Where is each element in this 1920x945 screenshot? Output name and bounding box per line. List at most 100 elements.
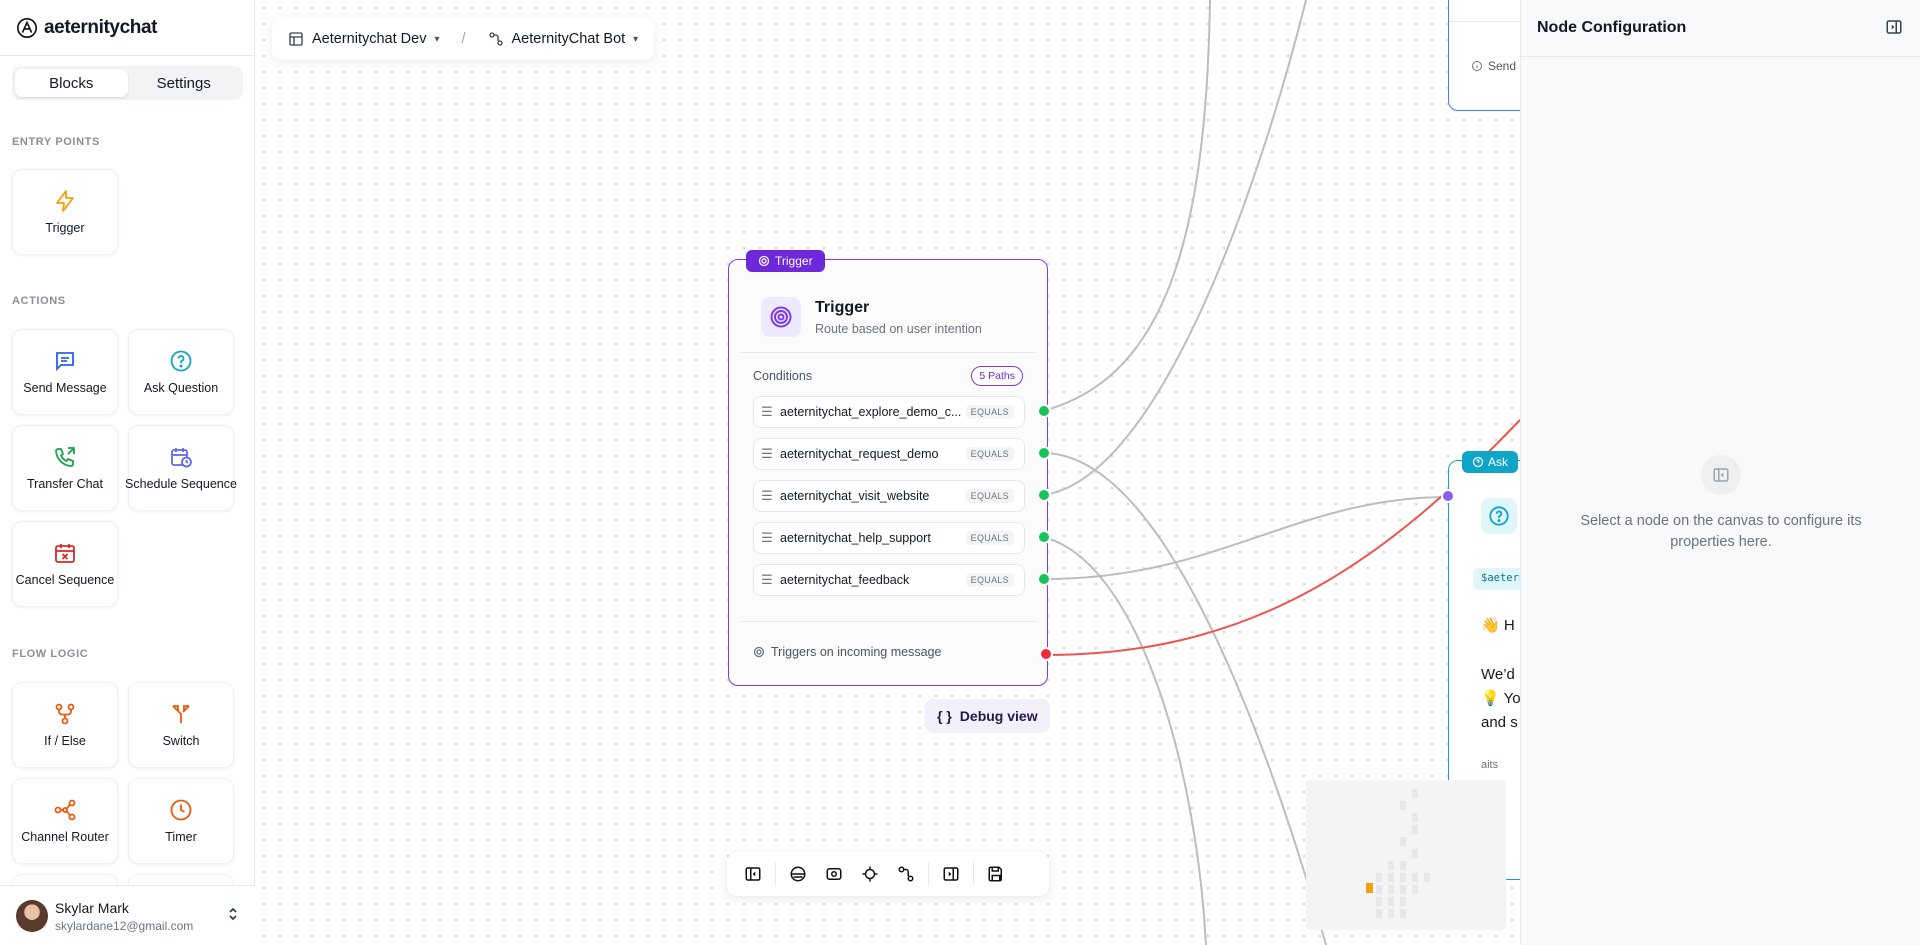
output-handle[interactable] — [1037, 446, 1051, 460]
node-type-tag: Ask — [1462, 451, 1519, 473]
node-title: Trigger — [815, 299, 870, 316]
user-menu[interactable]: Skylar Mark skylardane12@gmail.com — [0, 885, 255, 945]
flow-icon — [898, 866, 914, 882]
output-handle[interactable] — [1037, 488, 1051, 502]
condition-operator: EQUALS — [965, 573, 1014, 587]
chevron-down-icon: ▾ — [633, 33, 639, 45]
condition-row[interactable]: ☰ aeternitychat_visit_website EQUALS — [753, 480, 1025, 512]
condition-row[interactable]: ☰ aeternitychat_request_demo EQUALS — [753, 438, 1025, 470]
minimap-node — [1400, 873, 1406, 882]
condition-row[interactable]: ☰ aeternitychat_explore_demo_c... EQUALS — [753, 396, 1025, 428]
toggle-left-panel-button[interactable] — [735, 856, 771, 892]
output-handle[interactable] — [1037, 572, 1051, 586]
minimap-node — [1400, 837, 1406, 846]
lightning-icon — [56, 190, 74, 212]
drag-handle-icon[interactable]: ☰ — [754, 530, 780, 546]
brand-logo[interactable]: aeternitychat — [16, 16, 157, 40]
condition-row[interactable]: ☰ aeternitychat_help_support EQUALS — [753, 522, 1025, 554]
block-schedule-sequence[interactable]: Schedule Sequence — [125, 425, 237, 511]
minimap-node — [1412, 813, 1418, 822]
bot-name: AeternityChat Bot — [511, 31, 626, 47]
drag-handle-icon[interactable]: ☰ — [754, 404, 780, 420]
bot-selector[interactable]: AeternityChat Bot ▾ — [488, 31, 639, 47]
node-footer-text: Triggers on incoming message — [771, 645, 942, 659]
block-label: Transfer Chat — [27, 477, 103, 491]
node-footer-text: aits — [1481, 759, 1499, 771]
calendar-x-icon — [55, 544, 75, 563]
node-footer: Triggers on incoming message — [753, 645, 941, 659]
block-if-else[interactable]: If / Else — [12, 682, 118, 768]
sidebar-tabs: Blocks Settings — [12, 66, 243, 100]
block-switch[interactable]: Switch — [128, 682, 234, 768]
minimap-node — [1388, 861, 1394, 870]
minimap-node — [1412, 873, 1418, 882]
fallback-handle[interactable] — [1039, 647, 1053, 661]
chevrons-up-down-icon — [229, 907, 237, 921]
layout-icon — [289, 32, 303, 46]
chevron-down-icon: ▾ — [434, 33, 440, 45]
edge — [1042, 536, 1207, 945]
output-handle[interactable] — [1037, 404, 1051, 418]
divider — [0, 55, 255, 56]
block-cancel-sequence[interactable]: Cancel Sequence — [12, 521, 118, 607]
flow-canvas[interactable]: Aeternitychat Dev ▾ / AeternityChat Bot … — [256, 0, 1520, 945]
layers-icon — [790, 866, 806, 882]
node-footer: Send — [1471, 59, 1516, 73]
branch-icon — [55, 703, 75, 725]
auto-layout-button[interactable] — [888, 856, 924, 892]
node-icon — [1481, 498, 1517, 534]
minimap[interactable] — [1306, 780, 1506, 930]
minimap-node — [1376, 885, 1382, 894]
section-entry-points: ENTRY POINTS — [12, 136, 100, 148]
question-icon — [1472, 456, 1484, 468]
divider — [741, 352, 1037, 353]
trigger-node[interactable]: Trigger Trigger Route based on user inte… — [728, 250, 1053, 686]
router-icon — [54, 799, 76, 821]
minimap-node — [1376, 897, 1382, 906]
canvas-toolbar — [727, 852, 1049, 896]
input-handle[interactable] — [1441, 489, 1455, 503]
layers-button[interactable] — [780, 856, 816, 892]
minimap-node — [1388, 873, 1394, 882]
edge — [1042, 0, 1307, 496]
flow-icon — [488, 32, 503, 46]
drag-handle-icon[interactable]: ☰ — [754, 446, 780, 462]
minimap-node — [1376, 873, 1382, 882]
drag-handle-icon[interactable]: ☰ — [754, 488, 780, 504]
send-message-node[interactable]: Send — [1448, 0, 1520, 111]
braces-icon: { } — [937, 708, 952, 724]
block-ask-question[interactable]: Ask Question — [128, 329, 234, 415]
block-label: Timer — [165, 830, 197, 844]
node-icon — [761, 297, 801, 337]
calendar-clock-icon — [171, 448, 192, 468]
block-channel-router[interactable]: Channel Router — [12, 778, 118, 864]
center-view-button[interactable] — [852, 856, 888, 892]
drag-handle-icon[interactable]: ☰ — [754, 572, 780, 588]
block-trigger[interactable]: Trigger — [12, 169, 118, 255]
block-transfer-chat[interactable]: Transfer Chat — [12, 425, 118, 511]
panel-collapse-icon[interactable] — [1885, 18, 1903, 36]
minimap-viewport — [1366, 883, 1373, 893]
condition-name: aeternitychat_feedback — [780, 573, 910, 587]
block-timer[interactable]: Timer — [128, 778, 234, 864]
focus-button[interactable] — [816, 856, 852, 892]
crosshair-icon — [862, 866, 878, 882]
save-button[interactable] — [978, 856, 1014, 892]
condition-operator: EQUALS — [965, 447, 1014, 461]
tab-blocks[interactable]: Blocks — [15, 69, 128, 97]
condition-row[interactable]: ☰ aeternitychat_feedback EQUALS — [753, 564, 1025, 596]
condition-name: aeternitychat_help_support — [780, 531, 931, 545]
output-handle[interactable] — [1037, 530, 1051, 544]
block-send-message[interactable]: Send Message — [12, 329, 118, 415]
empty-state-text: Select a node on the canvas to configure… — [1580, 513, 1862, 550]
workspace-selector[interactable]: Aeternitychat Dev ▾ — [288, 31, 439, 47]
sidebar-right-icon — [943, 867, 959, 881]
tab-settings[interactable]: Settings — [128, 69, 241, 97]
condition-name: aeternitychat_request_demo — [780, 447, 939, 461]
message-line: 💡 Yo — [1481, 690, 1520, 707]
block-label: Send Message — [23, 381, 107, 395]
toggle-right-panel-button[interactable] — [933, 856, 969, 892]
condition-operator: EQUALS — [965, 531, 1014, 545]
debug-view-button[interactable]: { } Debug view — [925, 699, 1050, 733]
edge — [1042, 0, 1211, 412]
